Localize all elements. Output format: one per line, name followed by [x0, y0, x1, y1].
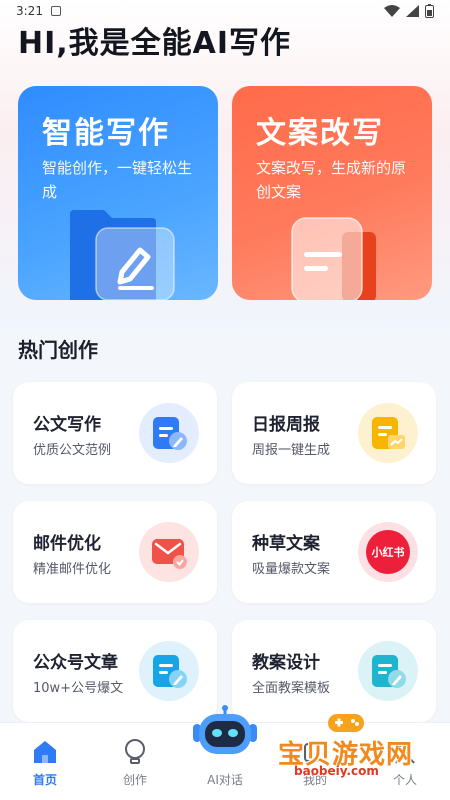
- section-title: 热门创作: [18, 338, 98, 362]
- xiaohongshu-logo-text: 小红书: [366, 530, 410, 574]
- battery-icon: [425, 4, 434, 18]
- copy-rewrite-title: 文案改写: [256, 116, 384, 151]
- watermark: 宝贝游戏网 baobeiy.com: [272, 706, 442, 796]
- lightbulb-icon: [122, 737, 148, 767]
- tile-subtitle: 周报一键生成: [252, 443, 331, 458]
- signal-icon: [406, 5, 419, 17]
- nav-label: 创作: [122, 773, 147, 787]
- tile-title: 公众号文章: [33, 653, 118, 673]
- tile-title: 种草文案: [252, 534, 320, 554]
- status-time: 3:21: [16, 4, 43, 18]
- wifi-icon: [384, 5, 400, 17]
- tile-subtitle: 精准邮件优化: [33, 562, 112, 577]
- tile-subtitle: 优质公文范例: [33, 443, 112, 458]
- tile-seeding-copy[interactable]: 种草文案 吸量爆款文案 小红书: [232, 501, 436, 603]
- scroll-document-icon: [291, 217, 376, 300]
- copy-rewrite-card[interactable]: 文案改写 文案改写，生成新的原创文案: [232, 86, 432, 300]
- smart-writing-desc: 智能创作，一键轻松生成: [42, 159, 193, 201]
- folder-pen-icon: [70, 210, 175, 300]
- tile-title: 日报周报: [252, 415, 320, 435]
- xiaohongshu-logo: 小红书: [358, 522, 418, 582]
- gamepad-icon: [328, 714, 364, 732]
- notification-icon: [50, 6, 61, 16]
- copy-rewrite-desc: 文案改写，生成新的原创文案: [256, 159, 407, 201]
- smart-writing-title: 智能写作: [42, 116, 170, 151]
- mail-icon: [139, 522, 199, 582]
- tile-subtitle: 全面教案模板: [252, 681, 331, 696]
- tile-subtitle: 吸量爆款文案: [252, 562, 331, 577]
- nav-create[interactable]: 创作: [100, 723, 170, 800]
- watermark-url: baobeiy.com: [294, 764, 379, 778]
- robot-icon[interactable]: [191, 704, 259, 760]
- tile-email-optimize[interactable]: 邮件优化 精准邮件优化: [13, 501, 217, 603]
- tile-daily-weekly-report[interactable]: 日报周报 周报一键生成: [232, 382, 436, 484]
- tile-subtitle: 10w+公号爆文: [33, 681, 124, 696]
- tile-wechat-article[interactable]: 公众号文章 10w+公号爆文: [13, 620, 217, 722]
- nav-home[interactable]: 首页: [10, 723, 80, 800]
- tile-official-writing[interactable]: 公文写作 优质公文范例: [13, 382, 217, 484]
- nav-label: AI对话: [207, 773, 243, 787]
- nav-label: 首页: [32, 773, 57, 787]
- lesson-plan-icon: [358, 641, 418, 701]
- page-title: HI,我是全能AI写作: [18, 26, 292, 61]
- report-chart-icon: [358, 403, 418, 463]
- tile-title: 公文写作: [33, 415, 101, 435]
- article-pen-icon: [139, 641, 199, 701]
- home-icon: [31, 737, 59, 767]
- smart-writing-card[interactable]: 智能写作 智能创作，一键轻松生成: [18, 86, 218, 300]
- tile-title: 教案设计: [252, 653, 320, 673]
- document-pen-icon: [139, 403, 199, 463]
- tile-title: 邮件优化: [33, 534, 101, 554]
